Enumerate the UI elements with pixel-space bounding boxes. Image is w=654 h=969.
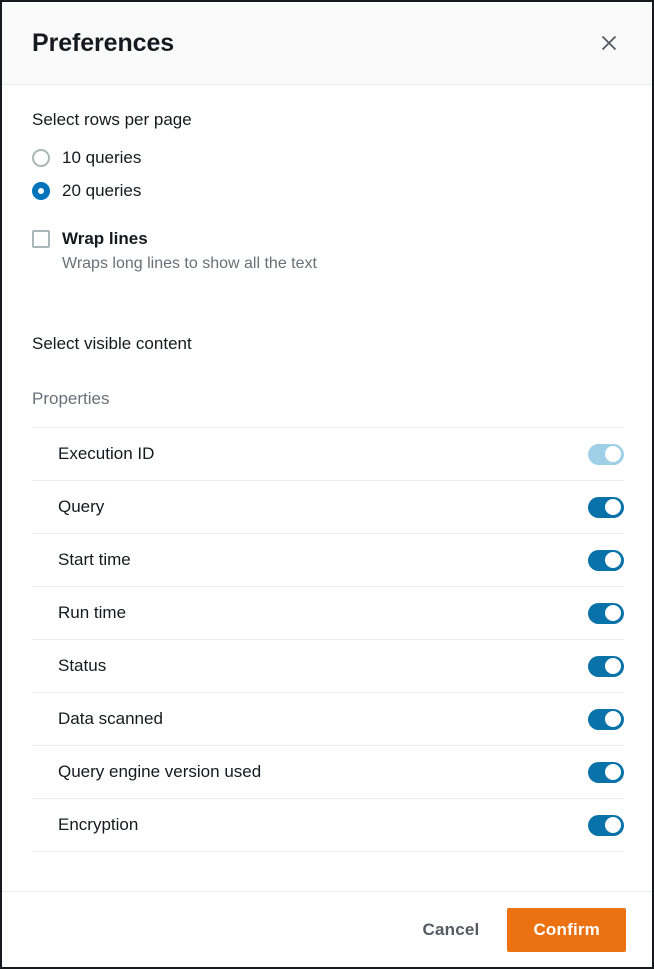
list-item[interactable]: Run time — [32, 587, 624, 640]
radio-control[interactable] — [32, 149, 50, 167]
wrap-lines-checkbox[interactable]: Wrap lines — [32, 229, 624, 249]
property-label: Encryption — [58, 815, 138, 835]
visible-content-label: Select visible content — [32, 333, 624, 355]
rows-per-page-label: Select rows per page — [32, 109, 624, 131]
cancel-button[interactable]: Cancel — [408, 910, 493, 950]
properties-group-title: Properties — [32, 389, 624, 428]
wrap-lines-block: Wrap lines Wraps long lines to show all … — [32, 229, 624, 275]
toggle-run-time[interactable] — [588, 603, 624, 624]
toggle-data-scanned[interactable] — [588, 709, 624, 730]
list-item[interactable]: Status — [32, 640, 624, 693]
toggle-query-engine-version-used[interactable] — [588, 762, 624, 783]
property-label: Status — [58, 656, 106, 676]
property-label: Execution ID — [58, 444, 154, 464]
wrap-lines-description: Wraps long lines to show all the text — [62, 253, 624, 275]
close-button[interactable] — [592, 26, 626, 60]
property-label: Start time — [58, 550, 131, 570]
property-label: Query engine version used — [58, 762, 261, 782]
modal-footer: Cancel Confirm — [2, 891, 652, 967]
radio-label: 10 queries — [62, 148, 141, 168]
radio-20-queries[interactable]: 20 queries — [32, 174, 624, 207]
property-label: Run time — [58, 603, 126, 623]
wrap-lines-label: Wrap lines — [62, 229, 148, 249]
radio-10-queries[interactable]: 10 queries — [32, 141, 624, 174]
checkbox-control[interactable] — [32, 230, 50, 248]
page-title: Preferences — [32, 29, 174, 58]
confirm-button[interactable]: Confirm — [507, 908, 626, 952]
modal-header: Preferences — [2, 2, 652, 85]
preferences-modal: Preferences Select rows per page 10 quer… — [0, 0, 654, 969]
list-item[interactable]: Encryption — [32, 799, 624, 852]
toggle-execution-id — [588, 444, 624, 465]
toggle-query[interactable] — [588, 497, 624, 518]
list-item[interactable]: Start time — [32, 534, 624, 587]
close-icon — [599, 33, 619, 53]
property-label: Data scanned — [58, 709, 163, 729]
list-item[interactable]: Query — [32, 481, 624, 534]
toggle-encryption[interactable] — [588, 815, 624, 836]
radio-label: 20 queries — [62, 181, 141, 201]
radio-control[interactable] — [32, 182, 50, 200]
toggle-start-time[interactable] — [588, 550, 624, 571]
list-item[interactable]: Query engine version used — [32, 746, 624, 799]
property-label: Query — [58, 497, 104, 517]
visible-content-section: Select visible content Properties Execut… — [32, 333, 624, 852]
list-item[interactable]: Execution ID — [32, 428, 624, 481]
rows-per-page-radio-group: 10 queries 20 queries — [32, 141, 624, 207]
modal-body: Select rows per page 10 queries 20 queri… — [2, 85, 652, 891]
toggle-status[interactable] — [588, 656, 624, 677]
properties-list: Execution ID Query Start time Run time S… — [32, 428, 624, 852]
list-item[interactable]: Data scanned — [32, 693, 624, 746]
